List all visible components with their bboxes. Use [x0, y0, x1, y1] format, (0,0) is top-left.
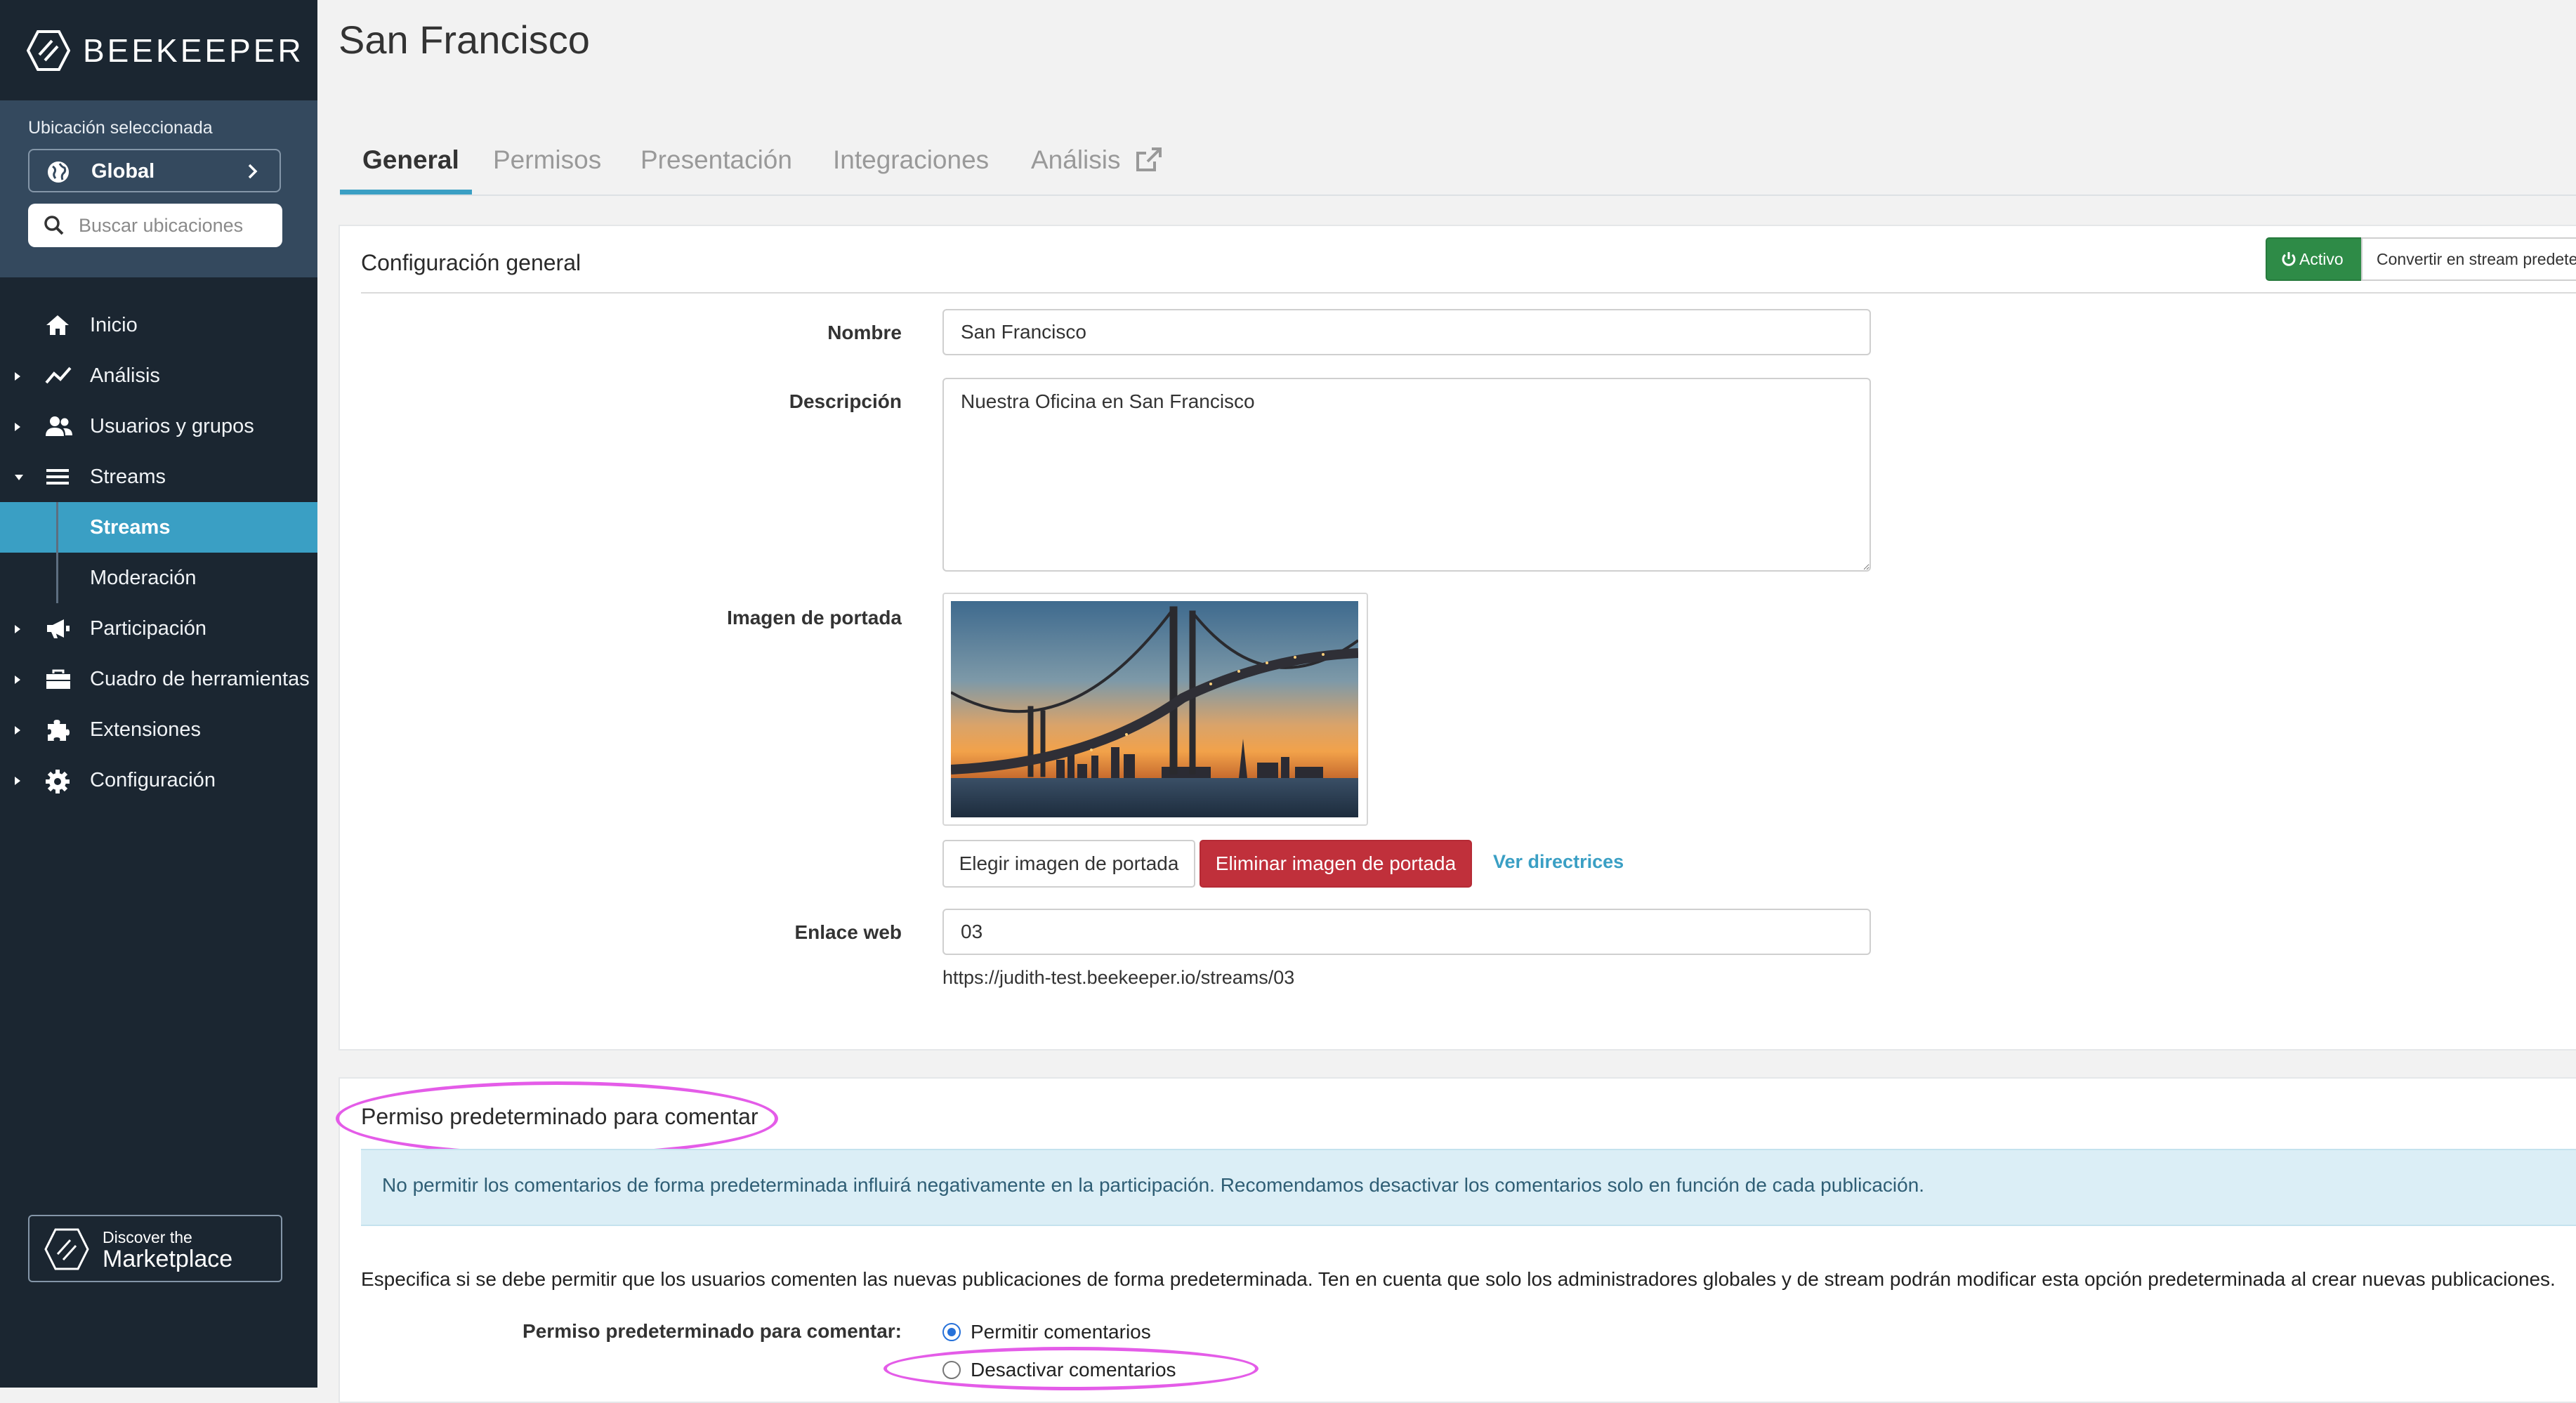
- caret-right-icon: [15, 423, 20, 431]
- radio-allow-label: Permitir comentarios: [971, 1321, 1151, 1343]
- search-icon: [44, 216, 64, 235]
- caret-right-icon: [15, 676, 20, 684]
- nav-label: Participación: [90, 617, 207, 640]
- beekeeper-logo-icon[interactable]: [27, 29, 70, 72]
- cover-image-bay-bridge: [951, 601, 1358, 817]
- nav-label: Inicio: [90, 314, 138, 336]
- location-search-input[interactable]: [77, 211, 270, 240]
- nav-label: Usuarios y grupos: [90, 415, 254, 437]
- status-active-button[interactable]: Activo: [2266, 237, 2363, 281]
- nav-item-analisis[interactable]: Análisis: [0, 350, 317, 401]
- nav-subitem-moderacion[interactable]: Moderación: [0, 553, 317, 603]
- nav-label: Streams: [90, 516, 171, 539]
- guidelines-link[interactable]: Ver directrices: [1493, 851, 1624, 873]
- nav-item-usuarios[interactable]: Usuarios y grupos: [0, 401, 317, 452]
- tab-analisis[interactable]: Análisis: [1031, 142, 1163, 178]
- tabs-divider: [340, 195, 2576, 196]
- name-input[interactable]: [942, 309, 1871, 355]
- cover-image-label: Imagen de portada: [727, 607, 902, 628]
- globe-icon: [48, 162, 69, 183]
- list-icon: [46, 469, 69, 485]
- location-selector[interactable]: Global: [28, 149, 281, 192]
- users-icon: [46, 416, 72, 436]
- external-link-icon: [1136, 147, 1162, 171]
- description-label: Descripción: [789, 390, 902, 412]
- tab-analisis-label: Análisis: [1031, 145, 1121, 174]
- nav-label: Streams: [90, 466, 166, 488]
- nav-label: Configuración: [90, 769, 216, 791]
- description-textarea[interactable]: Nuestra Oficina en San Francisco: [942, 378, 1871, 572]
- nav-item-inicio[interactable]: Inicio: [0, 300, 317, 350]
- marketplace-line1: Discover the: [103, 1228, 192, 1246]
- highlight-ellipse-title: [336, 1081, 778, 1156]
- location-search[interactable]: [28, 204, 282, 247]
- home-icon: [46, 315, 69, 335]
- subnav-line: [56, 502, 58, 553]
- nav-item-configuracion[interactable]: Configuración: [0, 755, 317, 805]
- caret-right-icon: [15, 777, 20, 785]
- caret-right-icon: [15, 625, 20, 633]
- general-settings-title: Configuración general: [361, 250, 581, 275]
- power-icon: [2282, 252, 2296, 266]
- marketplace-line2: Marketplace: [103, 1246, 233, 1272]
- active-tab-indicator: [340, 190, 472, 195]
- nav-label: Moderación: [90, 567, 197, 589]
- nav-item-participacion[interactable]: Participación: [0, 603, 317, 654]
- panel-divider: [361, 292, 2576, 294]
- comment-permission-description: Especifica si se debe permitir que los u…: [361, 1268, 2556, 1290]
- tab-presentacion[interactable]: Presentación: [640, 142, 792, 178]
- page-title: San Francisco: [339, 18, 590, 62]
- puzzle-icon: [48, 720, 70, 741]
- chevron-right-icon: [248, 164, 258, 179]
- nav-subitem-streams[interactable]: Streams: [0, 502, 317, 553]
- status-active-label: Activo: [2299, 250, 2344, 268]
- location-label: Ubicación seleccionada: [28, 118, 213, 138]
- marketplace-button[interactable]: Discover the Marketplace: [28, 1215, 282, 1282]
- nav-item-herramientas[interactable]: Cuadro de herramientas: [0, 654, 317, 704]
- radio-button-checked[interactable]: [942, 1323, 961, 1341]
- marketplace-logo-icon: [44, 1228, 89, 1270]
- megaphone-icon: [47, 619, 70, 638]
- choose-cover-button[interactable]: Elegir imagen de portada: [942, 840, 1195, 888]
- name-label: Nombre: [827, 322, 902, 343]
- tab-permisos[interactable]: Permisos: [493, 142, 601, 178]
- nav-item-streams[interactable]: Streams: [0, 452, 317, 502]
- convert-default-stream-button[interactable]: Convertir en stream predeterminado: [2361, 237, 2576, 281]
- radio-allow-comments[interactable]: Permitir comentarios: [942, 1320, 1308, 1344]
- subnav-line: [56, 553, 58, 603]
- cover-image-frame: [942, 593, 1368, 826]
- weblink-url: https://judith-test.beekeeper.io/streams…: [942, 967, 1295, 988]
- caret-down-icon: [15, 475, 23, 480]
- weblink-label: Enlace web: [794, 921, 902, 943]
- comment-permission-field-label: Permiso predeterminado para comentar:: [523, 1320, 902, 1342]
- location-selected: Global: [91, 160, 155, 183]
- highlight-ellipse-disable: [883, 1347, 1259, 1390]
- toolbox-icon: [46, 669, 70, 689]
- caret-right-icon: [15, 726, 20, 735]
- nav-item-extensiones[interactable]: Extensiones: [0, 704, 317, 755]
- brand-name[interactable]: BEEKEEPER: [83, 31, 304, 70]
- tab-general[interactable]: General: [362, 142, 459, 178]
- info-alert-text: No permitir los comentarios de forma pre…: [382, 1174, 1925, 1196]
- gear-icon: [46, 770, 70, 793]
- nav-label: Cuadro de herramientas: [90, 668, 310, 690]
- chart-line-icon: [45, 367, 72, 384]
- caret-right-icon: [15, 372, 20, 381]
- tab-integraciones[interactable]: Integraciones: [833, 142, 989, 178]
- nav-label: Extensiones: [90, 718, 201, 741]
- remove-cover-button[interactable]: Eliminar imagen de portada: [1200, 840, 1472, 888]
- nav-label: Análisis: [90, 364, 160, 387]
- convert-default-label: Convertir en stream predeterminado: [2377, 250, 2576, 268]
- weblink-input[interactable]: [942, 909, 1871, 955]
